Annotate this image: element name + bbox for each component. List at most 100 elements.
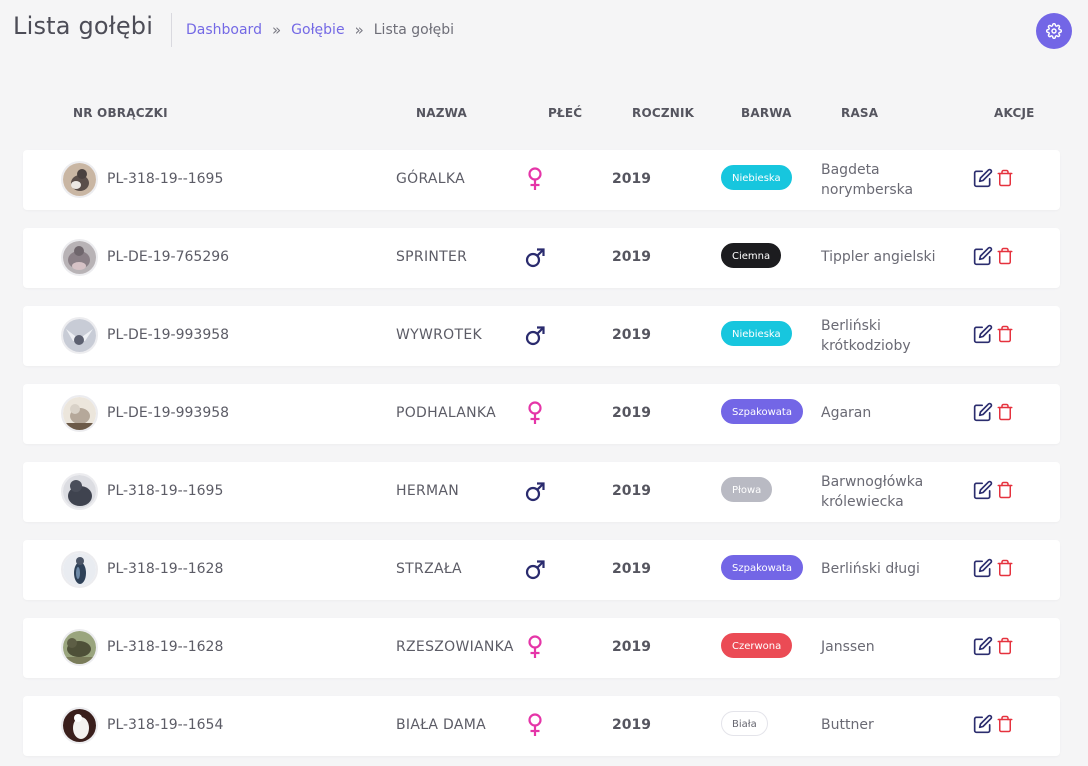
breed-line: Tippler angielski [821, 249, 936, 265]
breed-line: Buttner [821, 717, 874, 733]
pigeon-name: BIAŁA DAMA [396, 717, 486, 733]
trash-icon[interactable] [996, 558, 1014, 578]
year-value: 2019 [612, 171, 651, 187]
edit-icon[interactable] [973, 246, 993, 266]
breed-value: Berliński długi [821, 559, 961, 579]
breed-value: Tippler angielski [821, 247, 961, 267]
gear-icon [1046, 23, 1062, 39]
edit-icon[interactable] [973, 324, 993, 344]
breed-line: królewiecka [821, 494, 904, 510]
ring-number: PL-318-19--1628 [107, 561, 224, 577]
table-row[interactable]: PL-DE-19-993958 PODHALANKA 2019 Szpakowa… [23, 384, 1060, 444]
color-badge: Niebieska [721, 321, 792, 346]
table-header: NR OBRĄCZKI NAZWA PŁEĆ ROCZNIK BARWA RAS… [0, 106, 1088, 124]
table-row[interactable]: PL-318-19--1654 BIAŁA DAMA 2019 Biała Bu… [23, 696, 1060, 756]
column-header-actions: AKCJE [994, 106, 1035, 120]
female-symbol-icon [528, 713, 542, 736]
edit-icon[interactable] [973, 402, 993, 422]
edit-icon[interactable] [973, 714, 993, 734]
breed-line: Bagdeta [821, 162, 880, 178]
year-value: 2019 [612, 405, 651, 421]
year-value: 2019 [612, 327, 651, 343]
pigeon-name: SPRINTER [396, 249, 468, 265]
year-value: 2019 [612, 561, 651, 577]
breed-value: Barwnogłówka królewiecka [821, 472, 961, 512]
trash-icon[interactable] [996, 636, 1014, 656]
breadcrumb-current: Lista gołębi [373, 22, 455, 38]
trash-icon[interactable] [996, 714, 1014, 734]
pigeon-avatar [61, 629, 98, 666]
ring-number: PL-318-19--1695 [107, 171, 224, 187]
pigeon-avatar [61, 239, 98, 276]
table-row[interactable]: PL-DE-19-993958 WYWROTEK 2019 Niebieska … [23, 306, 1060, 366]
breed-value: Janssen [821, 637, 961, 657]
color-badge: Biała [721, 711, 768, 736]
trash-icon[interactable] [996, 480, 1014, 500]
breed-line: Berliński długi [821, 561, 920, 577]
trash-icon[interactable] [996, 168, 1014, 188]
male-symbol-icon [525, 482, 545, 502]
pigeon-avatar [61, 161, 98, 198]
table-row[interactable]: PL-318-19--1695 HERMAN 2019 Płowa Barwno… [23, 462, 1060, 522]
page-title: Lista gołębi [13, 12, 154, 40]
breed-line: Agaran [821, 405, 872, 421]
column-header-breed[interactable]: RASA [841, 106, 878, 120]
breed-value: Bagdeta norymberska [821, 160, 961, 200]
ring-number: PL-DE-19-993958 [107, 405, 230, 421]
female-symbol-icon [528, 401, 542, 424]
year-value: 2019 [612, 717, 651, 733]
trash-icon[interactable] [996, 324, 1014, 344]
ring-number: PL-DE-19-993958 [107, 327, 230, 343]
pigeon-avatar [61, 395, 98, 432]
pigeon-avatar [61, 551, 98, 588]
breed-line: norymberska [821, 182, 914, 198]
table-row[interactable]: PL-318-19--1628 RZESZOWIANKA 2019 Czerwo… [23, 618, 1060, 678]
column-header-color[interactable]: BARWA [741, 106, 792, 120]
column-header-year[interactable]: ROCZNIK [632, 106, 694, 120]
settings-button[interactable] [1036, 13, 1072, 49]
breadcrumb: Dashboard » Gołębie » Lista gołębi [186, 21, 454, 39]
breed-line: Barwnogłówka [821, 474, 924, 490]
table-row[interactable]: PL-318-19--1628 STRZAŁA 2019 Szpakowata … [23, 540, 1060, 600]
table-row[interactable]: PL-DE-19-765296 SPRINTER 2019 Ciemna Tip… [23, 228, 1060, 288]
color-badge: Szpakowata [721, 555, 803, 580]
pigeon-name: WYWROTEK [396, 327, 482, 343]
edit-icon[interactable] [973, 480, 993, 500]
breadcrumb-pigeons-link[interactable]: Gołębie [291, 22, 344, 38]
breed-line: krótkodzioby [821, 338, 911, 354]
pigeon-name: HERMAN [396, 483, 460, 499]
title-divider [171, 13, 172, 47]
breed-line: Berliński [821, 318, 881, 334]
breed-value: Agaran [821, 403, 961, 423]
breed-value: Berliński krótkodzioby [821, 316, 961, 356]
column-header-ring[interactable]: NR OBRĄCZKI [73, 106, 168, 120]
pigeon-avatar [61, 707, 98, 744]
color-badge: Niebieska [721, 165, 792, 190]
color-badge: Szpakowata [721, 399, 803, 424]
top-bar: Lista gołębi Dashboard » Gołębie » Lista… [0, 0, 1088, 60]
breed-value: Buttner [821, 715, 961, 735]
column-header-name[interactable]: NAZWA [416, 106, 467, 120]
column-header-sex[interactable]: PŁEĆ [548, 106, 582, 120]
pigeon-name: PODHALANKA [396, 405, 497, 421]
edit-icon[interactable] [973, 636, 993, 656]
edit-icon[interactable] [973, 558, 993, 578]
trash-icon[interactable] [996, 402, 1014, 422]
ring-number: PL-318-19--1654 [107, 717, 224, 733]
male-symbol-icon [525, 560, 545, 580]
male-symbol-icon [525, 248, 545, 268]
pigeon-name: GÓRALKA [396, 171, 466, 187]
color-badge: Czerwona [721, 633, 793, 658]
breadcrumb-separator: » [271, 21, 282, 39]
female-symbol-icon [528, 635, 542, 658]
breadcrumb-separator: » [354, 21, 364, 39]
table-row[interactable]: PL-318-19--1695 GÓRALKA 2019 Niebieska B… [23, 150, 1060, 210]
pigeon-name: STRZAŁA [396, 561, 462, 577]
year-value: 2019 [612, 249, 651, 265]
pigeon-avatar [61, 317, 98, 354]
trash-icon[interactable] [996, 246, 1014, 266]
breadcrumb-dashboard-link[interactable]: Dashboard [186, 22, 262, 38]
edit-icon[interactable] [973, 168, 993, 188]
ring-number: PL-DE-19-765296 [107, 249, 230, 265]
ring-number: PL-318-19--1695 [107, 483, 224, 499]
